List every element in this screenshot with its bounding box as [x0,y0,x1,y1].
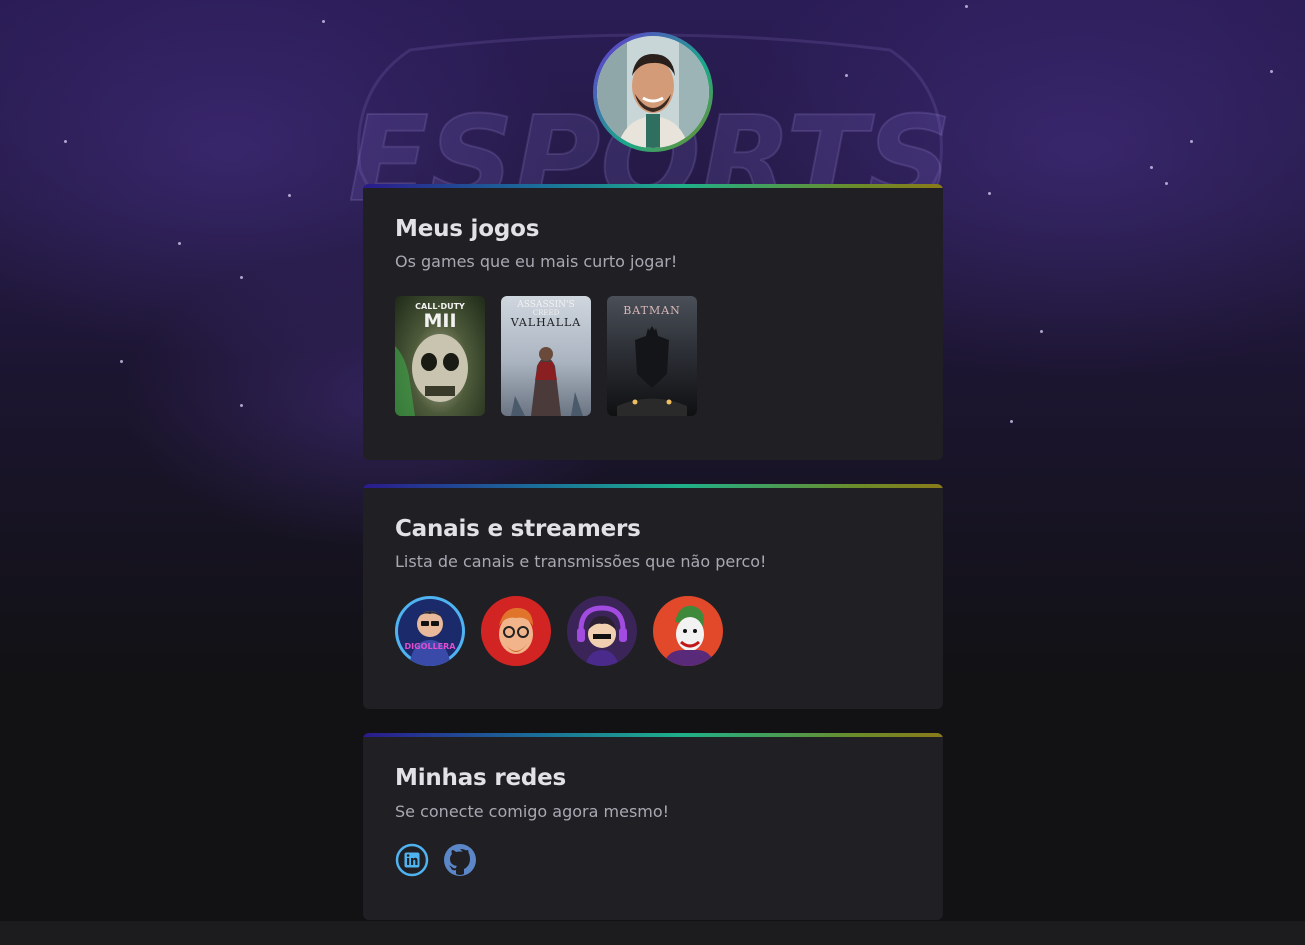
profile-avatar [593,32,713,152]
game-cover-valhalla[interactable]: ASSASSIN'S CREED VALHALLA [501,296,591,416]
star [845,74,848,77]
star [322,20,325,23]
star [1040,330,1043,333]
github-icon [444,844,476,876]
streamer-avatar-2[interactable] [481,596,551,666]
games-card-title: Meus jogos [395,216,540,242]
streamer-badge-text: DIGOLLERA [404,642,456,651]
streamer-image [409,611,451,666]
star [64,140,67,143]
streamer-avatar-3[interactable] [567,596,637,666]
star [1150,166,1153,169]
star [1165,182,1168,185]
footer-bar [0,921,1305,945]
game-logo-line2: MII [423,310,457,332]
star [1270,70,1273,73]
github-link[interactable] [443,843,477,877]
star [240,276,243,279]
streamer-avatar-1[interactable]: DIGOLLERA [395,596,465,666]
star [120,360,123,363]
streamers-card-title: Canais e streamers [395,516,641,542]
streamer-avatar-4[interactable] [653,596,723,666]
profile-photo [597,36,709,148]
streamer-image [663,605,715,666]
star [288,194,291,197]
games-card: Meus jogos Os games que eu mais curto jo… [363,184,943,460]
streamers-card-subtitle: Lista de canais e transmissões que não p… [395,552,767,571]
networks-card-subtitle: Se conecte comigo agora mesmo! [395,802,670,821]
linkedin-icon [395,843,429,877]
star [1010,420,1013,423]
star [1190,140,1193,143]
star [178,242,181,245]
networks-card-title: Minhas redes [395,765,567,791]
streamers-card: Canais e streamers Lista de canais e tra… [363,484,943,709]
games-card-subtitle: Os games que eu mais curto jogar! [395,252,678,271]
game-logo: BATMAN [623,304,681,317]
game-cover-batman[interactable]: BATMAN [607,296,697,416]
game-logo-line3: VALHALLA [510,316,582,329]
game-cover-cod[interactable]: CALL·DUTY MII [395,296,485,416]
star [988,192,991,195]
star [965,5,968,8]
streamer-image [577,605,627,666]
streamer-image [499,608,533,654]
linkedin-link[interactable] [395,843,429,877]
networks-card: Minhas redes Se conecte comigo agora mes… [363,733,943,920]
star [240,404,243,407]
